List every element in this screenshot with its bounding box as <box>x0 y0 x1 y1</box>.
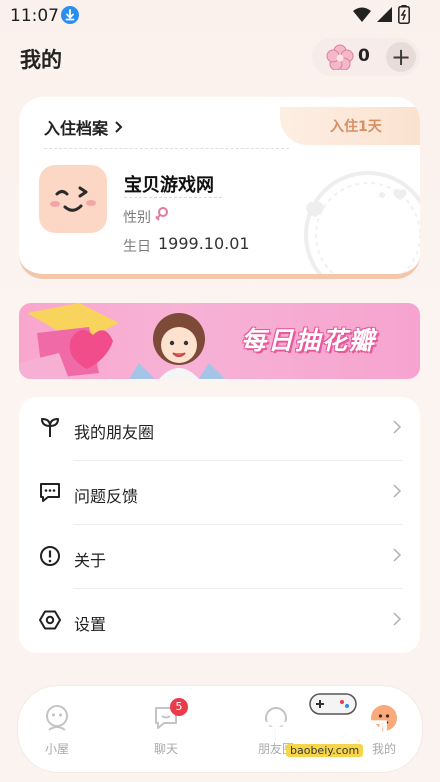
banner-illustration-icon <box>19 303 225 379</box>
menu-label: 关于 <box>74 551 107 570</box>
flower-petal-icon <box>326 44 354 74</box>
battery-icon <box>398 5 410 28</box>
tab-label: 聊天 <box>153 742 178 756</box>
lovin-stamp-icon <box>280 163 420 274</box>
page-title: 我的 <box>20 48 62 72</box>
daily-petal-banner[interactable]: 每日抽花瓣 <box>19 303 420 379</box>
menu-item-about[interactable]: 关于 <box>19 525 420 589</box>
stay-days-tab: 入住1天 <box>280 107 420 145</box>
wifi-icon <box>353 7 371 27</box>
nickname: 宝贝游戏网 <box>124 175 214 196</box>
info-icon <box>39 545 61 571</box>
chevron-right-icon <box>392 547 402 567</box>
home-face-icon <box>43 705 71 736</box>
petal-balance[interactable]: 0 + <box>312 38 420 76</box>
chat-bubble-icon <box>39 481 61 507</box>
sprout-icon <box>39 417 61 443</box>
profile-card: 入住1天 入住档案 宝贝游戏网 性别 生日 1999.10.01 <box>19 97 420 279</box>
chevron-right-icon <box>114 119 124 138</box>
watermark-text: 宝贝游戏网 <box>264 718 389 747</box>
menu-item-moments[interactable]: 我的朋友圈 <box>19 397 420 461</box>
menu-card: 我的朋友圈 问题反馈 关于 设置 <box>19 397 420 653</box>
chevron-right-icon <box>392 611 402 631</box>
download-icon <box>61 6 79 24</box>
unread-badge: 5 <box>170 698 188 716</box>
menu-item-feedback[interactable]: 问题反馈 <box>19 461 420 525</box>
female-icon <box>155 207 169 226</box>
tab-chat[interactable]: 5 聊天 <box>136 698 196 757</box>
divider <box>124 197 222 198</box>
chevron-right-icon <box>392 483 402 503</box>
signal-icon <box>377 7 392 26</box>
chevron-right-icon <box>392 419 402 439</box>
birthday-value: 1999.10.01 <box>158 234 250 253</box>
divider <box>44 148 289 149</box>
archive-link[interactable]: 入住档案 <box>44 115 124 139</box>
menu-label: 设置 <box>74 615 107 634</box>
archive-label: 入住档案 <box>44 119 109 138</box>
menu-label: 我的朋友圈 <box>74 423 155 442</box>
tab-home[interactable]: 小屋 <box>27 704 87 757</box>
add-button[interactable]: + <box>386 42 416 72</box>
hexagon-settings-icon <box>39 609 61 635</box>
status-time: 11:07 <box>10 6 59 26</box>
stay-days-label: 入住1天 <box>330 119 382 135</box>
status-bar: 11:07 <box>0 0 440 32</box>
chat-icon <box>152 707 180 736</box>
watermark-url: baobeiy.com <box>286 744 364 757</box>
avatar[interactable] <box>39 165 107 233</box>
banner-title: 每日抽花瓣 <box>241 326 377 355</box>
petal-count: 0 <box>358 46 370 66</box>
menu-label: 问题反馈 <box>74 487 139 506</box>
gender-label: 性别 <box>123 210 151 226</box>
menu-item-settings[interactable]: 设置 <box>19 589 420 653</box>
watermark: 宝贝游戏网 baobeiy.com <box>258 690 428 760</box>
tab-label: 小屋 <box>44 742 69 756</box>
gender-row: 性别 <box>123 206 169 227</box>
birthday-label: 生日 <box>123 239 151 255</box>
